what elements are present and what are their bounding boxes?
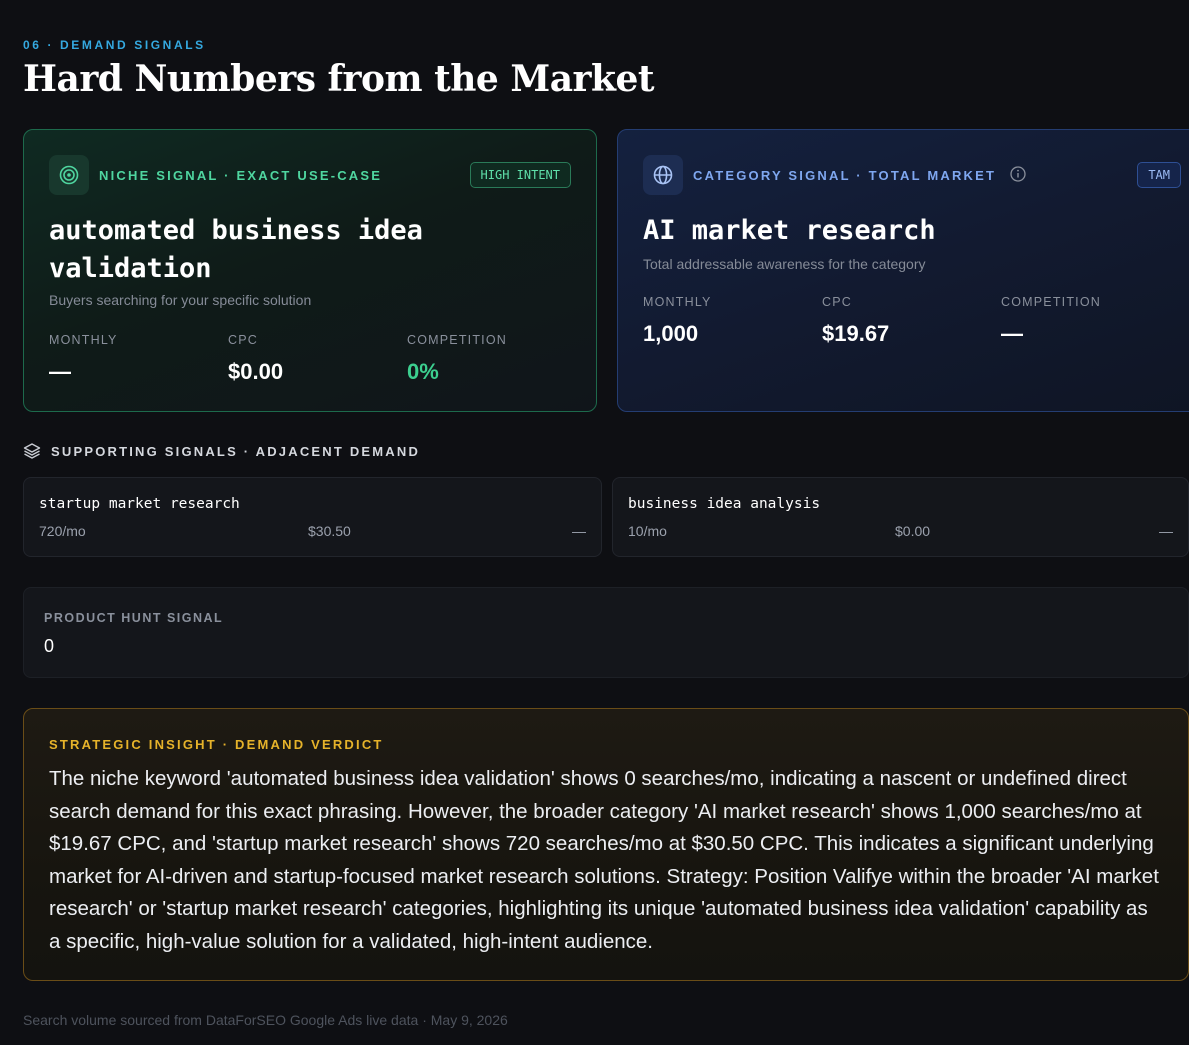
metric-value: 1,000 — [643, 321, 699, 346]
category-signal-card: CATEGORY SIGNAL · TOTAL MARKET TAM AI ma… — [617, 129, 1189, 412]
metric-label: MONTHLY — [643, 295, 712, 309]
supporting-keyword: startup market research — [39, 496, 240, 512]
supporting-competition: — — [1159, 523, 1173, 539]
metric-monthly: MONTHLY — — [49, 333, 228, 385]
high-intent-badge: HIGH INTENT — [469, 162, 571, 188]
supporting-cpc: $30.50 — [308, 523, 351, 539]
supporting-signals-title: SUPPORTING SIGNALS · ADJACENT DEMAND — [51, 443, 421, 459]
metric-cpc: CPC $0.00 — [228, 333, 407, 385]
metric-value: — — [1001, 321, 1023, 346]
metric-value: $0.00 — [228, 359, 284, 384]
supporting-cpc: $0.00 — [895, 523, 931, 539]
metric-label: COMPETITION — [407, 333, 508, 347]
product-hunt-card: PRODUCT HUNT SIGNAL 0 — [23, 587, 1189, 678]
niche-keyword: automated business idea validation — [49, 215, 423, 284]
tam-badge: TAM — [1137, 162, 1181, 188]
supporting-signal-card: startup market research 720/mo $30.50 — — [23, 477, 602, 557]
category-subtext: Total addressable awareness for the cate… — [643, 256, 926, 272]
section-eyebrow: 06 · DEMAND SIGNALS — [23, 38, 206, 52]
target-icon — [49, 155, 89, 195]
niche-signal-card: NICHE SIGNAL · EXACT USE-CASE HIGH INTEN… — [23, 129, 597, 412]
data-source-footnote: Search volume sourced from DataForSEO Go… — [23, 1012, 508, 1028]
insight-body: The niche keyword 'automated business id… — [49, 767, 1159, 953]
metric-value: — — [49, 359, 71, 384]
metric-value: $19.67 — [822, 321, 890, 346]
supporting-keyword: business idea analysis — [628, 496, 821, 512]
metric-competition: COMPETITION 0% — [407, 333, 586, 385]
metric-monthly: MONTHLY 1,000 — [643, 295, 822, 347]
metric-label: COMPETITION — [1001, 295, 1102, 309]
strategic-insight-card: STRATEGIC INSIGHT · DEMAND VERDICT The n… — [23, 708, 1189, 981]
page-title: Hard Numbers from the Market — [23, 58, 654, 100]
metric-cpc: CPC $19.67 — [822, 295, 1001, 347]
niche-signal-label: NICHE SIGNAL · EXACT USE-CASE — [99, 168, 383, 183]
supporting-volume: 720/mo — [39, 523, 86, 539]
metric-value: 0% — [407, 359, 439, 384]
category-signal-label-text: CATEGORY SIGNAL · TOTAL MARKET — [693, 168, 997, 183]
layers-icon — [23, 443, 41, 459]
metric-label: CPC — [228, 333, 258, 347]
supporting-volume: 10/mo — [628, 523, 667, 539]
supporting-competition: — — [572, 523, 586, 539]
product-hunt-value: 0 — [44, 636, 55, 656]
insight-label: STRATEGIC INSIGHT · DEMAND VERDICT — [49, 737, 384, 752]
niche-subtext: Buyers searching for your specific solut… — [49, 292, 312, 308]
metric-label: CPC — [822, 295, 852, 309]
metric-label: MONTHLY — [49, 333, 118, 347]
niche-metrics: MONTHLY — CPC $0.00 COMPETITION 0% — [49, 333, 586, 385]
metric-competition: COMPETITION — — [1001, 295, 1180, 347]
category-keyword: AI market research — [643, 215, 936, 246]
supporting-signals-header: SUPPORTING SIGNALS · ADJACENT DEMAND — [23, 442, 420, 460]
globe-icon — [643, 155, 683, 195]
product-hunt-label: PRODUCT HUNT SIGNAL — [44, 611, 224, 625]
supporting-signal-card: business idea analysis 10/mo $0.00 — — [612, 477, 1189, 557]
category-signal-label: CATEGORY SIGNAL · TOTAL MARKET — [693, 165, 1026, 185]
category-metrics: MONTHLY 1,000 CPC $19.67 COMPETITION — — [643, 295, 1180, 347]
info-icon[interactable] — [1010, 165, 1026, 185]
